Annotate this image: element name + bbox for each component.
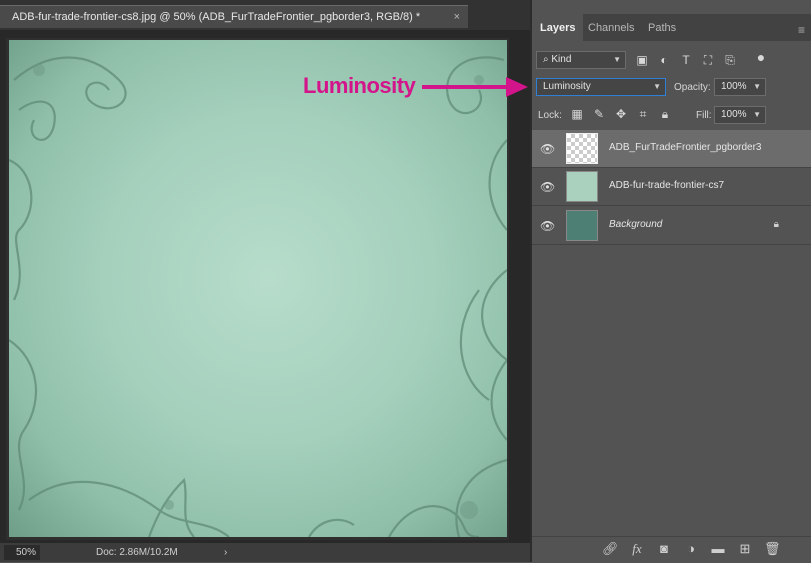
annotation-arrow xyxy=(422,77,528,97)
chevron-down-icon[interactable]: ▼ xyxy=(753,79,761,95)
annotation-label: Luminosity xyxy=(303,73,416,98)
panel-menu-icon[interactable]: ≡ xyxy=(798,23,805,37)
layer-thumbnail xyxy=(566,210,598,241)
filter-toggle-icon[interactable]: ● xyxy=(754,50,768,64)
visibility-eye-icon[interactable]: 👁︎ xyxy=(540,219,555,233)
chevron-down-icon: ▼ xyxy=(613,55,621,64)
add-mask-icon[interactable]: ◙ xyxy=(656,541,672,557)
layer-row[interactable]: 👁︎ Background 🔒︎ xyxy=(532,207,811,245)
pixel-layer-filter-icon[interactable]: ▣ xyxy=(635,53,649,67)
fill-value: 100% xyxy=(721,109,747,120)
new-layer-icon[interactable]: ⊞ xyxy=(737,541,753,557)
blend-mode-value: Luminosity xyxy=(543,81,591,92)
lock-all-icon[interactable]: 🔒︎ xyxy=(658,107,672,121)
layer-name: ADB_FurTradeFrontier_pgborder3 xyxy=(609,142,762,153)
adjustment-filter-icon[interactable]: ◐ xyxy=(657,53,671,67)
layer-thumbnail xyxy=(566,171,598,202)
layer-row[interactable]: 👁︎ ADB_FurTradeFrontier_pgborder3 xyxy=(532,130,811,168)
layer-style-fx-icon[interactable]: fx xyxy=(629,541,645,557)
opacity-field[interactable]: 100% ▼ xyxy=(714,78,766,96)
lock-position-icon[interactable]: ✥ xyxy=(614,107,628,121)
opacity-value: 100% xyxy=(721,81,747,92)
blend-mode-dropdown[interactable]: Luminosity ▼ xyxy=(536,78,666,96)
zoom-level-field[interactable]: 50% xyxy=(4,545,40,560)
document-tab[interactable]: ADB-fur-trade-frontier-cs8.jpg @ 50% (AD… xyxy=(0,5,468,28)
status-menu-chevron-icon[interactable]: › xyxy=(224,543,227,562)
new-adjustment-layer-icon[interactable]: ◑ xyxy=(683,541,699,557)
chevron-down-icon[interactable]: ▼ xyxy=(753,107,761,123)
chevron-down-icon: ▼ xyxy=(653,82,661,91)
fill-label: Fill: xyxy=(696,110,712,121)
filter-kind-dropdown[interactable]: ⌕ Kind ▼ xyxy=(536,51,626,69)
link-layers-icon[interactable]: 🔗︎ xyxy=(602,541,619,557)
layer-name: Background xyxy=(609,219,663,230)
type-filter-icon[interactable]: T xyxy=(679,53,693,67)
layers-panel: Layers Channels Paths ≡ ⌕ Kind ▼ ▣ ◐ T ⛶… xyxy=(532,0,811,563)
lock-transparent-pixels-icon[interactable]: ▦ xyxy=(570,107,584,121)
layers-bottom-toolbar: 🔗︎ fx ◙ ◑ ▬ ⊞ 🗑︎ xyxy=(532,536,811,563)
delete-layer-trash-icon[interactable]: 🗑︎ xyxy=(764,541,781,557)
document-tab-title: ADB-fur-trade-frontier-cs8.jpg @ 50% (AD… xyxy=(12,11,421,23)
opacity-label: Opacity: xyxy=(674,82,711,93)
lock-label: Lock: xyxy=(538,110,562,121)
layer-row[interactable]: 👁︎ ADB-fur-trade-frontier-cs7 xyxy=(532,168,811,206)
panel-tab-bar: Layers Channels Paths ≡ xyxy=(532,14,811,41)
ornament-border-graphic xyxy=(9,56,507,537)
canvas-frame xyxy=(6,38,509,540)
status-bar: 50% Doc: 2.86M/10.2M › xyxy=(0,543,530,562)
lock-icon: 🔒︎ xyxy=(773,219,779,230)
fill-field[interactable]: 100% ▼ xyxy=(714,106,766,124)
smart-object-filter-icon[interactable]: ⎘ xyxy=(723,53,737,67)
lock-image-pixels-icon[interactable]: ✎ xyxy=(592,107,606,121)
close-icon[interactable]: × xyxy=(454,6,460,29)
lock-artboard-icon[interactable]: ⌗ xyxy=(636,107,650,121)
visibility-eye-icon[interactable]: 👁︎ xyxy=(540,180,555,194)
shape-filter-icon[interactable]: ⛶ xyxy=(701,53,715,67)
image-canvas[interactable] xyxy=(9,40,507,537)
document-size-info: Doc: 2.86M/10.2M xyxy=(96,547,178,558)
tab-layers[interactable]: Layers xyxy=(532,14,584,41)
layer-name: ADB-fur-trade-frontier-cs7 xyxy=(609,180,725,191)
tab-channels[interactable]: Channels xyxy=(580,14,642,41)
visibility-eye-icon[interactable]: 👁︎ xyxy=(540,142,555,156)
filter-kind-label: Kind xyxy=(551,54,572,65)
layer-thumbnail xyxy=(566,133,598,164)
new-group-folder-icon[interactable]: ▬ xyxy=(710,541,726,557)
tab-paths[interactable]: Paths xyxy=(640,14,684,41)
